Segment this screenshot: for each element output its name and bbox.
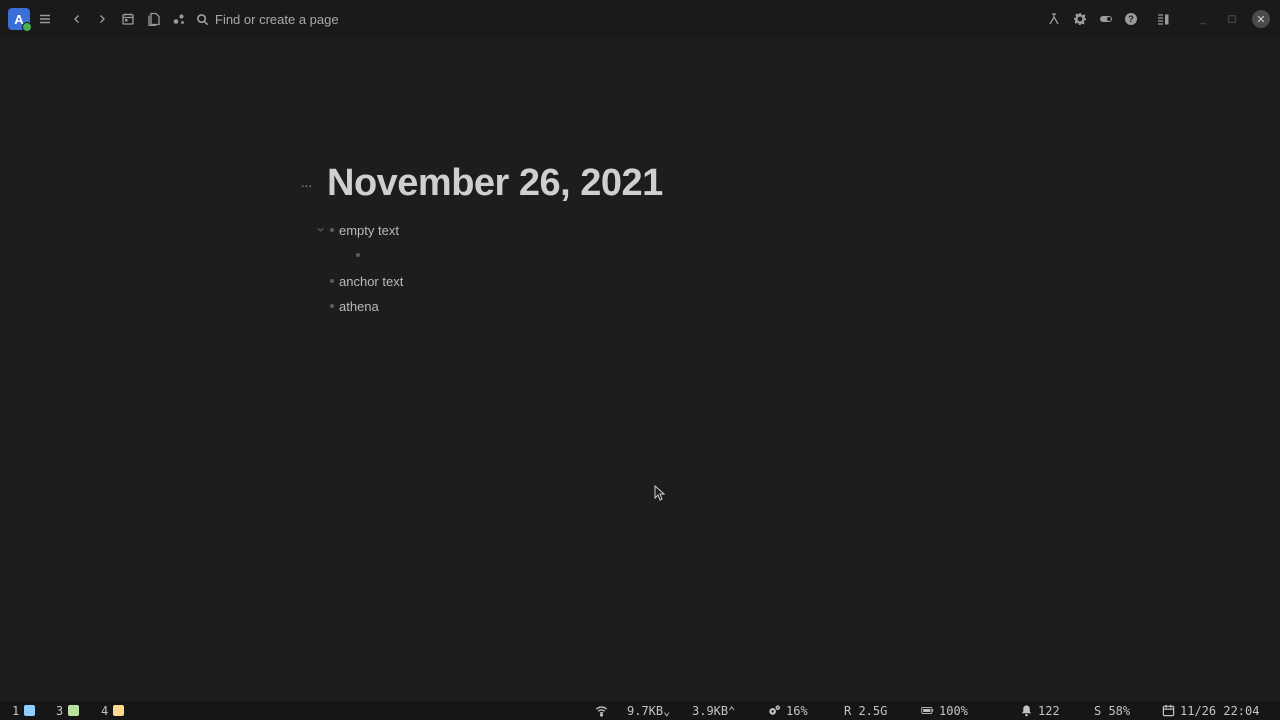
svg-text:?: ?: [1128, 14, 1134, 24]
mouse-pointer-icon: [654, 485, 666, 501]
minimize-icon[interactable]: _: [1194, 10, 1212, 28]
page-title[interactable]: November 26, 2021: [327, 162, 663, 205]
search-placeholder: Find or create a page: [215, 11, 339, 27]
block-text[interactable]: empty text: [339, 223, 399, 238]
notifications[interactable]: 122: [1020, 703, 1060, 718]
battery-icon: [921, 704, 934, 717]
sidebar-icon[interactable]: [1153, 9, 1173, 29]
toggle-icon[interactable]: [1096, 9, 1116, 29]
block-text[interactable]: athena: [339, 299, 379, 314]
workspace-3[interactable]: 3: [56, 703, 80, 718]
back-icon[interactable]: [67, 9, 87, 29]
workspace-number: 4: [101, 703, 109, 718]
ram-usage: R 2.5G: [844, 703, 888, 718]
block-text[interactable]: anchor text: [339, 274, 403, 289]
settings-icon[interactable]: [1070, 9, 1090, 29]
bullet-icon[interactable]: [356, 253, 360, 257]
bullet-icon[interactable]: [330, 228, 334, 232]
bullet-icon[interactable]: [330, 304, 334, 308]
workspace-indicator: [68, 705, 80, 716]
calendar-icon: [1162, 704, 1175, 717]
cpu-gear-icon: [768, 704, 781, 717]
workspace-4[interactable]: 4: [101, 703, 125, 718]
maximize-icon[interactable]: [1223, 10, 1241, 28]
battery-status: 100%: [921, 703, 968, 718]
menu-icon[interactable]: [35, 9, 55, 29]
page-options-icon[interactable]: ···: [297, 176, 315, 194]
calendar-icon[interactable]: [118, 9, 138, 29]
sync-status-dot: [22, 22, 32, 32]
cpu-usage: 16%: [786, 703, 808, 718]
workspace-1[interactable]: 1: [12, 703, 36, 718]
app-logo[interactable]: A: [8, 8, 32, 32]
block-item: anchor text: [330, 271, 403, 291]
clock[interactable]: 11/26 22:04: [1162, 703, 1259, 718]
block-item: empty text: [330, 220, 399, 240]
top-toolbar: A Find or create a page ? _ ✕: [0, 0, 1280, 38]
app-window: A Find or create a page ? _ ✕ ··· Novemb…: [0, 0, 1280, 720]
workspace-indicator: [113, 705, 125, 716]
workspace-indicator: [24, 705, 36, 716]
battery-level: 100%: [939, 703, 968, 718]
block-item: athena: [330, 296, 379, 316]
graph-icon[interactable]: [169, 9, 189, 29]
workspace-number: 3: [56, 703, 64, 718]
pages-icon[interactable]: [144, 9, 164, 29]
net-upload: 3.9KB⌃: [692, 703, 736, 718]
collapse-arrow-icon[interactable]: [314, 221, 326, 237]
bell-icon: [1020, 704, 1033, 717]
block-item-child: [356, 245, 365, 265]
wifi-icon: [595, 703, 608, 718]
search-icon: [197, 13, 209, 25]
bullet-icon[interactable]: [330, 279, 334, 283]
system-status-bar: 1 3 4 9.7KB⌄ 3.9KB⌃ 16% R 2.5G 100% 122 …: [0, 701, 1280, 720]
search-bar[interactable]: Find or create a page: [196, 9, 339, 29]
net-download: 9.7KB⌄: [627, 703, 671, 718]
date-time: 11/26 22:04: [1180, 703, 1260, 718]
help-icon[interactable]: ?: [1121, 9, 1141, 29]
storage-usage: S 58%: [1094, 703, 1131, 718]
cpu-status: 16%: [768, 703, 808, 718]
workspace-number: 1: [12, 703, 20, 718]
close-icon[interactable]: ✕: [1252, 10, 1270, 28]
forward-icon[interactable]: [92, 9, 112, 29]
notification-count: 122: [1038, 703, 1060, 718]
sync-icon[interactable]: [1044, 9, 1064, 29]
